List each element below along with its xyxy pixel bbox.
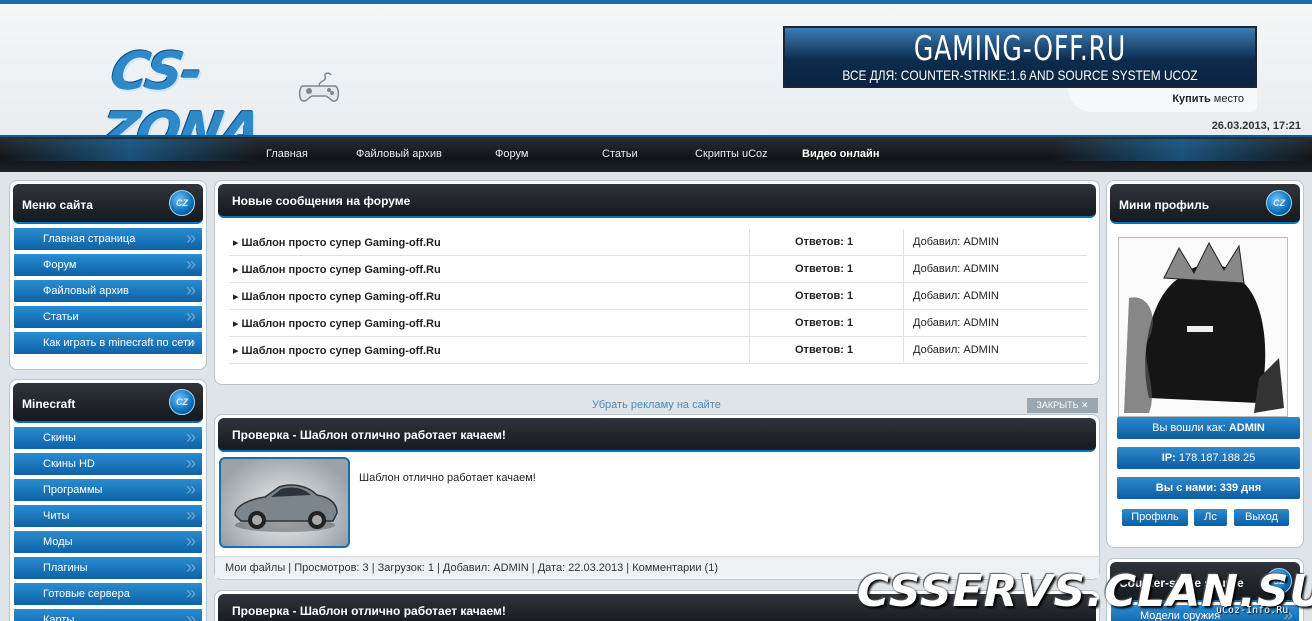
mini-profile-block: Мини профиль CZ Вы вошли как: ADMIN IP: … <box>1106 180 1304 548</box>
menu-item-file-archive[interactable]: Файловый архив <box>14 280 202 302</box>
cz-badge-icon: CZ <box>169 389 195 415</box>
ip-value: 178.187.188.25 <box>1178 452 1256 464</box>
car-image-icon <box>234 484 338 532</box>
forum-author: Добавил: ADMIN <box>903 337 999 364</box>
watermark-small: uCoz-Info.Ru <box>1216 605 1289 616</box>
cz-badge-icon: CZ <box>1266 190 1292 216</box>
mini-profile-header: Мини профиль CZ <box>1110 184 1300 224</box>
forum-author: Добавил: ADMIN <box>903 229 999 256</box>
forum-author: Добавил: ADMIN <box>903 256 999 283</box>
post-thumbnail[interactable] <box>219 457 350 548</box>
cz-badge-icon: CZ <box>169 190 195 216</box>
logged-in-as: Вы вошли как: ADMIN <box>1117 417 1300 439</box>
minecraft-block: Minecraft CZ Скины Скины HD Программы Чи… <box>9 379 207 621</box>
nav-ucoz-scripts[interactable]: Скрипты uCoz <box>695 148 768 160</box>
menu-item-skins-hd[interactable]: Скины HD <box>14 453 202 475</box>
forum-panel: Новые сообщения на форуме Шаблон просто … <box>214 180 1100 385</box>
place-label: место <box>1213 93 1244 105</box>
site-menu-header: Меню сайта CZ <box>13 184 203 224</box>
forum-author: Добавил: ADMIN <box>903 283 999 310</box>
gamepad-icon <box>298 72 340 102</box>
buy-label: Купить <box>1172 93 1211 105</box>
forum-replies: Ответов: 1 <box>749 337 903 364</box>
forum-topic-link[interactable]: Шаблон просто супер Gaming-off.Ru <box>233 317 441 330</box>
user-ip: IP: 178.187.188.25 <box>1117 447 1300 469</box>
forum-topic-link[interactable]: Шаблон просто супер Gaming-off.Ru <box>233 290 441 303</box>
private-messages-button[interactable]: Лс <box>1194 509 1227 526</box>
post-title-link[interactable]: Проверка - Шаблон отлично работает качае… <box>232 604 506 618</box>
menu-item-cheats[interactable]: Читы <box>14 505 202 527</box>
banner-subtitle: ВСЕ ДЛЯ: COUNTER-STRIKE:1.6 AND SOURCE S… <box>842 67 1198 83</box>
current-datetime: 26.03.2013, 17:21 <box>1211 120 1301 132</box>
gaming-off-banner[interactable]: GAMING-OFF.RU ВСЕ ДЛЯ: COUNTER-STRIKE:1.… <box>783 26 1257 88</box>
profile-button[interactable]: Профиль <box>1122 509 1188 526</box>
avatar-image <box>1119 238 1287 416</box>
forum-author: Добавил: ADMIN <box>903 310 999 337</box>
logout-button[interactable]: Выход <box>1234 509 1289 526</box>
site-menu-block: Меню сайта CZ Главная страница Форум Фай… <box>9 180 207 370</box>
site-logo[interactable]: CS-ZONA <box>82 32 342 162</box>
menu-item-skins[interactable]: Скины <box>14 427 202 449</box>
forum-row: Шаблон просто супер Gaming-off.Ru Ответо… <box>229 256 1087 283</box>
forum-row: Шаблон просто супер Gaming-off.Ru Ответо… <box>229 283 1087 310</box>
nav-home[interactable]: Главная <box>266 148 308 160</box>
nav-articles[interactable]: Статьи <box>602 148 638 160</box>
menu-item-programs[interactable]: Программы <box>14 479 202 501</box>
user-avatar[interactable] <box>1118 237 1288 417</box>
site-header: CS-ZONA GAMING-OFF.RU ВСЕ ДЛЯ: COUNTER-S… <box>0 0 1312 162</box>
post-title-link[interactable]: Проверка - Шаблон отлично работает качае… <box>232 428 506 442</box>
menu-item-minecraft-howto[interactable]: Как играть в minecraft по сети <box>14 332 202 354</box>
post-header: Проверка - Шаблон отлично работает качае… <box>218 418 1096 452</box>
close-ad-button[interactable]: ЗАКРЫТЬ ✕ <box>1027 398 1098 413</box>
menu-item-articles[interactable]: Статьи <box>14 306 202 328</box>
logged-in-user: ADMIN <box>1228 422 1265 434</box>
forum-replies: Ответов: 1 <box>749 256 903 283</box>
remove-ads-link[interactable]: Убрать рекламу на сайте <box>592 399 721 411</box>
minecraft-title: Minecraft <box>22 397 76 411</box>
post-text: Шаблон отлично работает качаем! <box>359 472 536 484</box>
buy-ad-place-link[interactable]: Купить место <box>1068 88 1257 112</box>
banner-title: GAMING-OFF.RU <box>913 29 1127 69</box>
forum-topic-link[interactable]: Шаблон просто супер Gaming-off.Ru <box>233 263 441 276</box>
forum-panel-header: Новые сообщения на форуме <box>218 184 1096 218</box>
forum-topic-link[interactable]: Шаблон просто супер Gaming-off.Ru <box>233 344 441 357</box>
forum-replies: Ответов: 1 <box>749 283 903 310</box>
nav-forum[interactable]: Форум <box>495 148 528 160</box>
menu-item-plugins[interactable]: Плагины <box>14 557 202 579</box>
main-nav: Главная Файловый архив Форум Статьи Скри… <box>0 135 1312 172</box>
menu-item-ready-servers[interactable]: Готовые сервера <box>14 583 202 605</box>
ip-label: IP: <box>1161 452 1176 464</box>
nav-video-online[interactable]: Видео онлайн <box>802 148 879 160</box>
forum-replies: Ответов: 1 <box>749 310 903 337</box>
forum-panel-title: Новые сообщения на форуме <box>232 194 411 208</box>
forum-row: Шаблон просто супер Gaming-off.Ru Ответо… <box>229 310 1087 337</box>
mini-profile-title: Мини профиль <box>1119 198 1210 212</box>
menu-item-mods[interactable]: Моды <box>14 531 202 553</box>
site-menu-title: Меню сайта <box>22 198 93 212</box>
menu-item-forum[interactable]: Форум <box>14 254 202 276</box>
forum-row: Шаблон просто супер Gaming-off.Ru Ответо… <box>229 337 1087 364</box>
forum-row: Шаблон просто супер Gaming-off.Ru Ответо… <box>229 229 1087 256</box>
forum-topic-link[interactable]: Шаблон просто супер Gaming-off.Ru <box>233 236 441 249</box>
nav-file-archive[interactable]: Файловый архив <box>356 148 442 160</box>
logged-in-label: Вы вошли как: <box>1152 422 1226 434</box>
minecraft-header: Minecraft CZ <box>13 383 203 423</box>
forum-replies: Ответов: 1 <box>749 229 903 256</box>
menu-item-home-page[interactable]: Главная страница <box>14 228 202 250</box>
days-with-us: Вы с нами: 339 дня <box>1117 477 1300 499</box>
post-panel: Проверка - Шаблон отлично работает качае… <box>214 414 1100 580</box>
menu-item-maps[interactable]: Карты <box>14 609 202 621</box>
